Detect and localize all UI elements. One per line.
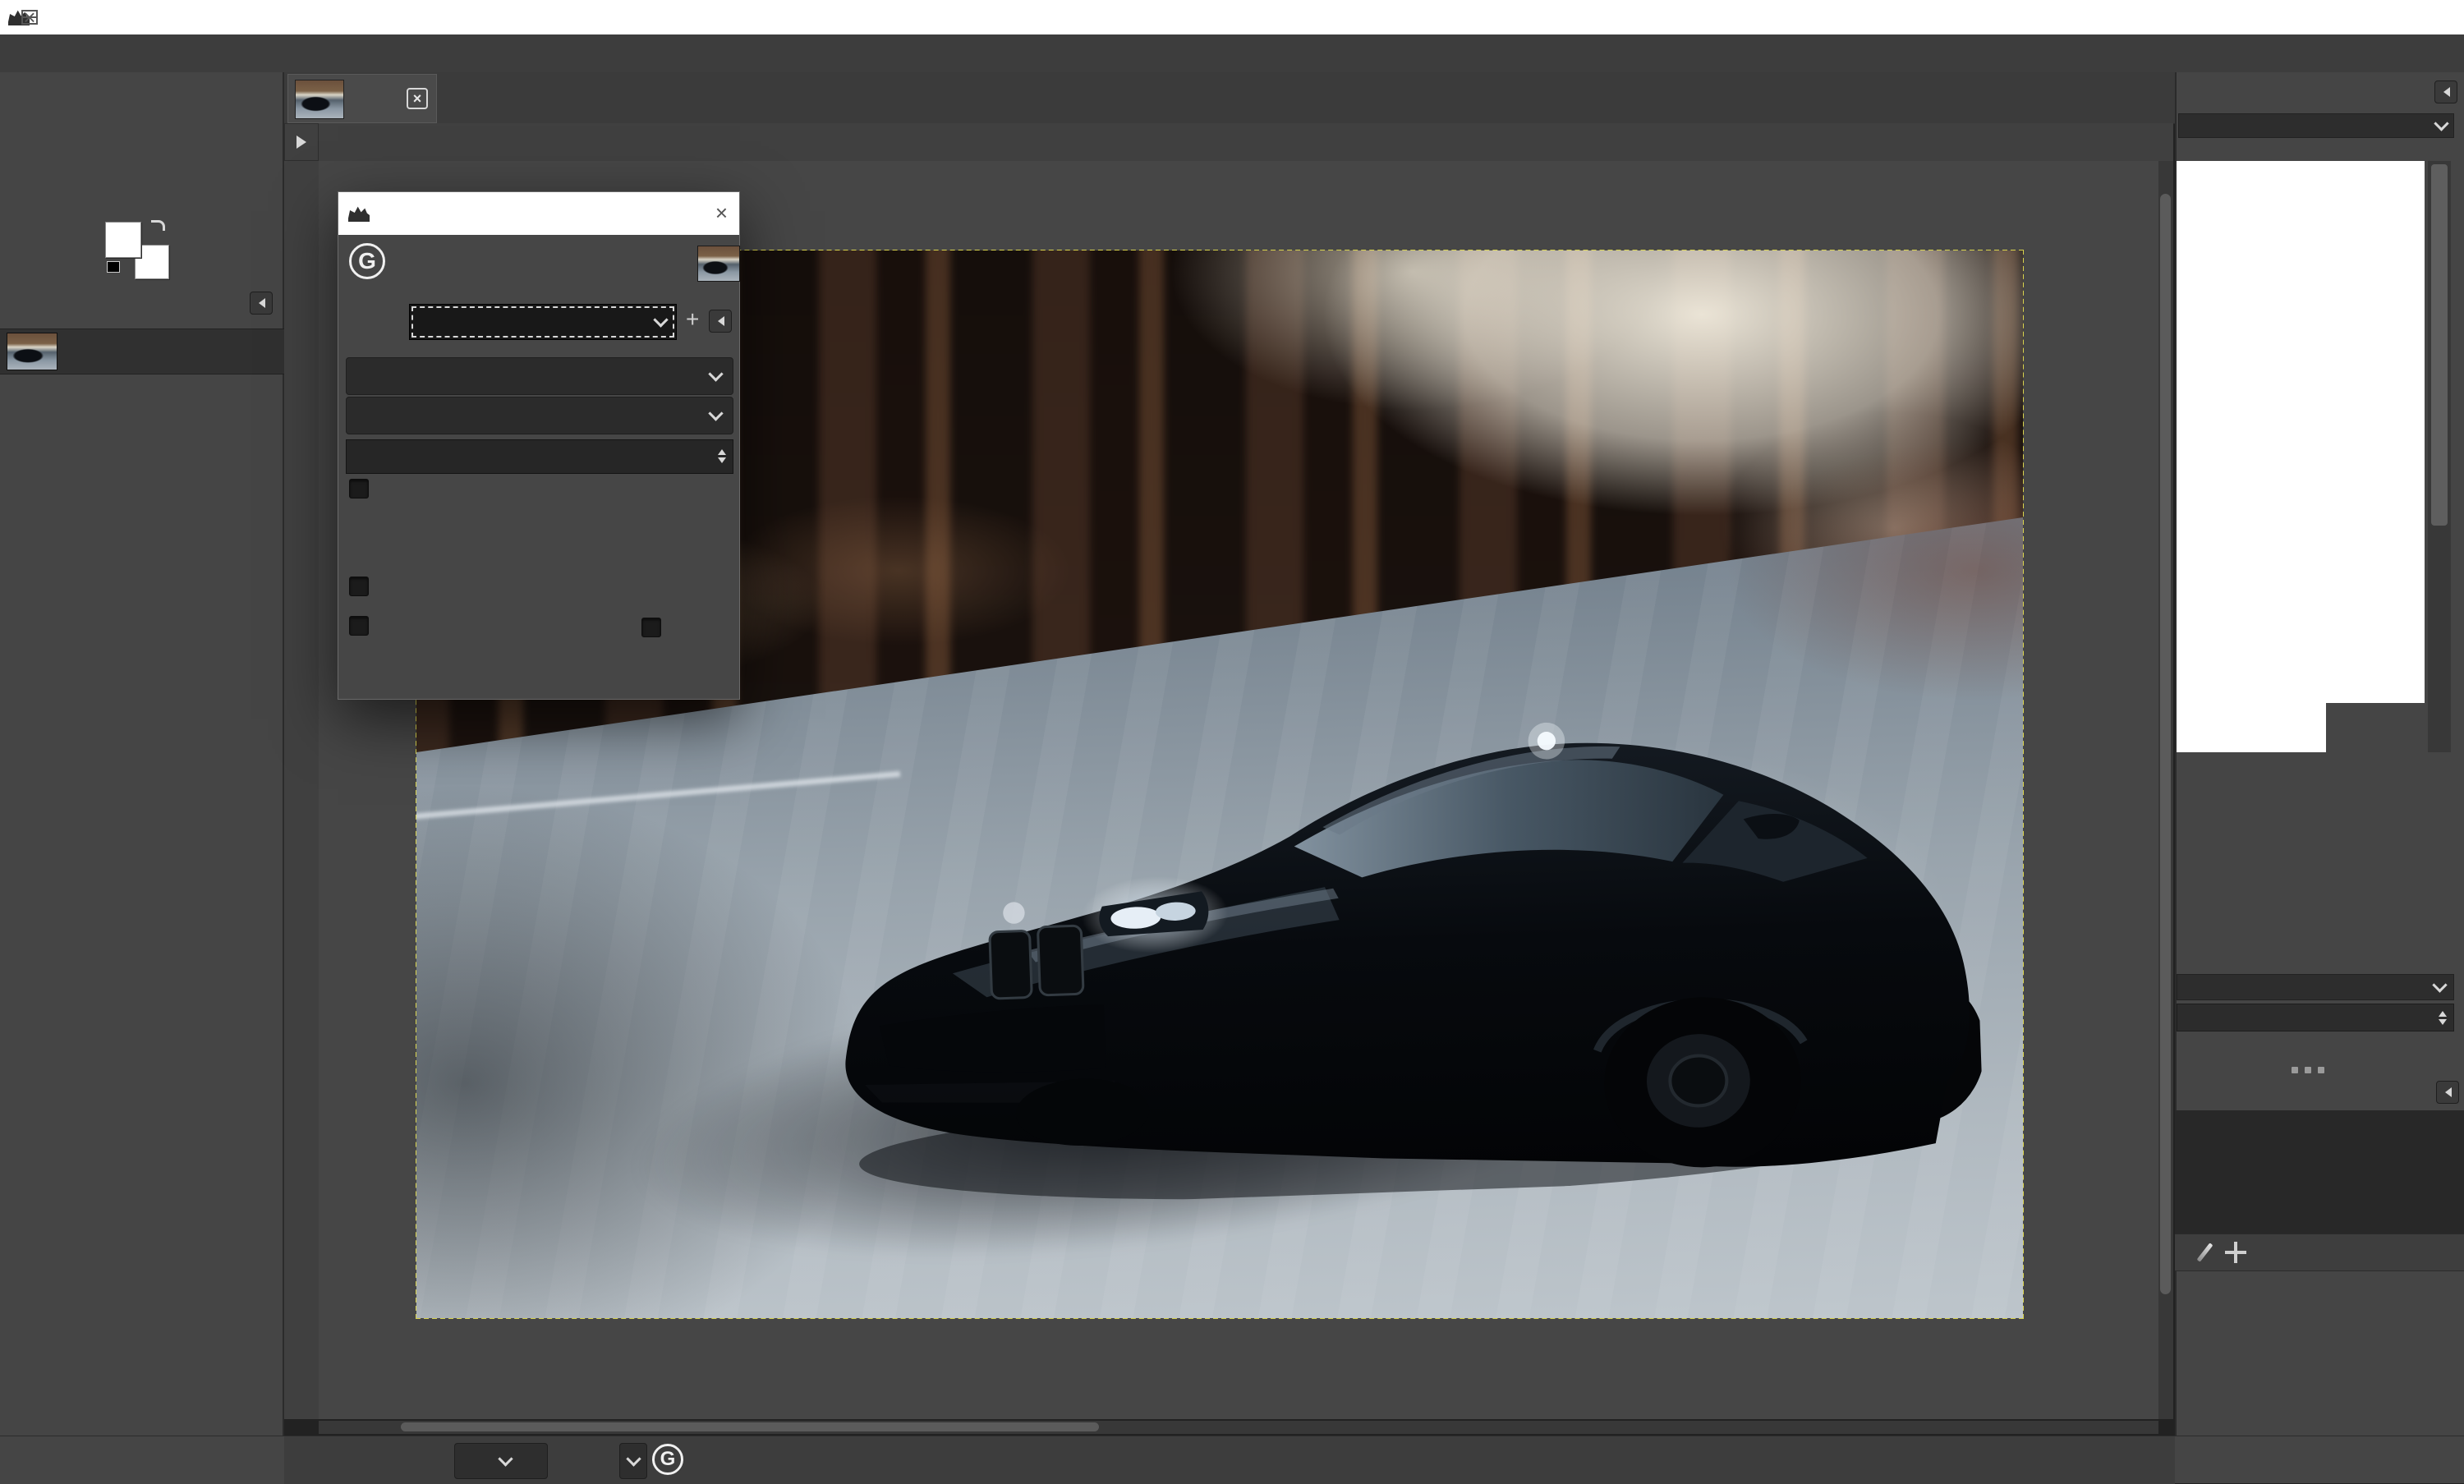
toolbox-dock — [0, 72, 284, 1483]
chevron-down-icon — [498, 1451, 513, 1466]
gimp-wilber-icon — [348, 205, 370, 222]
brush-scrollbar[interactable] — [2428, 161, 2451, 752]
reset-colors-icon[interactable] — [107, 261, 120, 273]
preview-checkbox[interactable] — [349, 616, 369, 636]
vertical-scroll-thumb[interactable] — [2160, 194, 2171, 1294]
chevron-down-icon — [708, 406, 723, 420]
chevron-down-icon — [2434, 116, 2448, 131]
units-dropdown[interactable] — [454, 1443, 548, 1479]
spacing-spinner[interactable] — [2439, 1010, 2447, 1026]
blur-type-dropdown[interactable] — [346, 397, 733, 434]
high-quality-checkbox[interactable] — [349, 479, 369, 498]
blur-radius-slider[interactable] — [346, 439, 733, 474]
zoom-dropdown[interactable] — [619, 1443, 647, 1479]
vertical-ruler — [284, 161, 319, 1419]
presets-menu-button[interactable] — [709, 310, 732, 333]
channels-menu-button[interactable] — [2436, 1081, 2459, 1104]
close-window-button[interactable]: × — [0, 0, 59, 34]
vertical-scrollbar[interactable] — [2158, 161, 2173, 1419]
chevron-down-icon — [653, 312, 668, 327]
image-tab[interactable]: × — [287, 74, 437, 123]
split-view-row[interactable] — [641, 618, 672, 637]
canvas-tab-strip — [284, 72, 2175, 124]
image-thumbnail — [7, 333, 57, 370]
high-quality-row[interactable] — [349, 479, 379, 498]
spacing-slider[interactable] — [2177, 1004, 2454, 1031]
close-icon: × — [23, 7, 35, 28]
horizontal-scroll-thumb[interactable] — [401, 1422, 1099, 1431]
color-swatches[interactable] — [103, 220, 177, 283]
left-dock-tabs — [3, 288, 281, 326]
ruler-corner-button[interactable] — [284, 123, 319, 161]
lock-pixels-icon[interactable] — [2197, 1243, 2213, 1262]
image-tab-thumbnail — [295, 80, 344, 119]
zoom-value[interactable] — [555, 1443, 618, 1479]
brush-scroll-thumb[interactable] — [2431, 164, 2448, 526]
chevron-down-icon — [2432, 977, 2447, 992]
horizontal-scrollbar[interactable] — [319, 1421, 2158, 1434]
right-dock-tabs — [2178, 76, 2433, 111]
left-dock-footer — [0, 1436, 284, 1484]
gegl-logo-icon: G — [652, 1444, 683, 1475]
brush-filter-input[interactable] — [2178, 113, 2454, 138]
split-view-checkbox[interactable] — [641, 618, 661, 637]
on-canvas-controls-row[interactable] — [349, 577, 379, 596]
blur-radius-spinner[interactable] — [718, 448, 726, 464]
brush-actions-row — [2177, 1036, 2454, 1066]
foreground-color-swatch[interactable] — [105, 222, 141, 258]
dialog-close-icon[interactable]: × — [715, 202, 728, 223]
left-dock-menu-button[interactable] — [250, 292, 273, 315]
panel-resize-grip[interactable] — [2292, 1067, 2298, 1073]
add-preset-button[interactable]: + — [686, 308, 699, 331]
preview-row[interactable] — [349, 616, 379, 636]
shape-dropdown[interactable] — [346, 357, 733, 395]
layers-channels-paths-tabs — [2177, 1076, 2454, 1109]
chevron-down-icon — [626, 1451, 641, 1466]
swap-colors-icon[interactable] — [151, 220, 165, 231]
gegl-logo-icon: G — [349, 243, 385, 279]
brush-preset-dropdown[interactable] — [2177, 974, 2454, 1000]
brush-grid-last-row — [2177, 703, 2326, 752]
brushes-menu-button[interactable] — [2434, 80, 2457, 103]
window-titlebar — [0, 0, 2464, 35]
lock-position-icon[interactable] — [2225, 1242, 2246, 1263]
focus-blur-dialog: × G + — [338, 191, 740, 700]
on-canvas-controls-checkbox[interactable] — [349, 577, 369, 596]
menu-bar — [0, 34, 2464, 73]
chevron-down-icon — [708, 366, 723, 381]
brush-grid — [2177, 161, 2425, 703]
status-bar: G — [284, 1436, 2175, 1484]
channels-actions-row — [2175, 1436, 2464, 1483]
horizontal-ruler — [319, 123, 2173, 162]
close-tab-button[interactable]: × — [407, 88, 428, 109]
presets-combobox[interactable] — [409, 304, 677, 340]
dialog-preview-thumbnail — [697, 246, 740, 282]
lock-row — [2175, 1234, 2464, 1271]
channels-list — [2175, 1110, 2464, 1234]
dialog-titlebar[interactable]: × — [338, 192, 739, 235]
open-image-item[interactable] — [0, 329, 284, 374]
